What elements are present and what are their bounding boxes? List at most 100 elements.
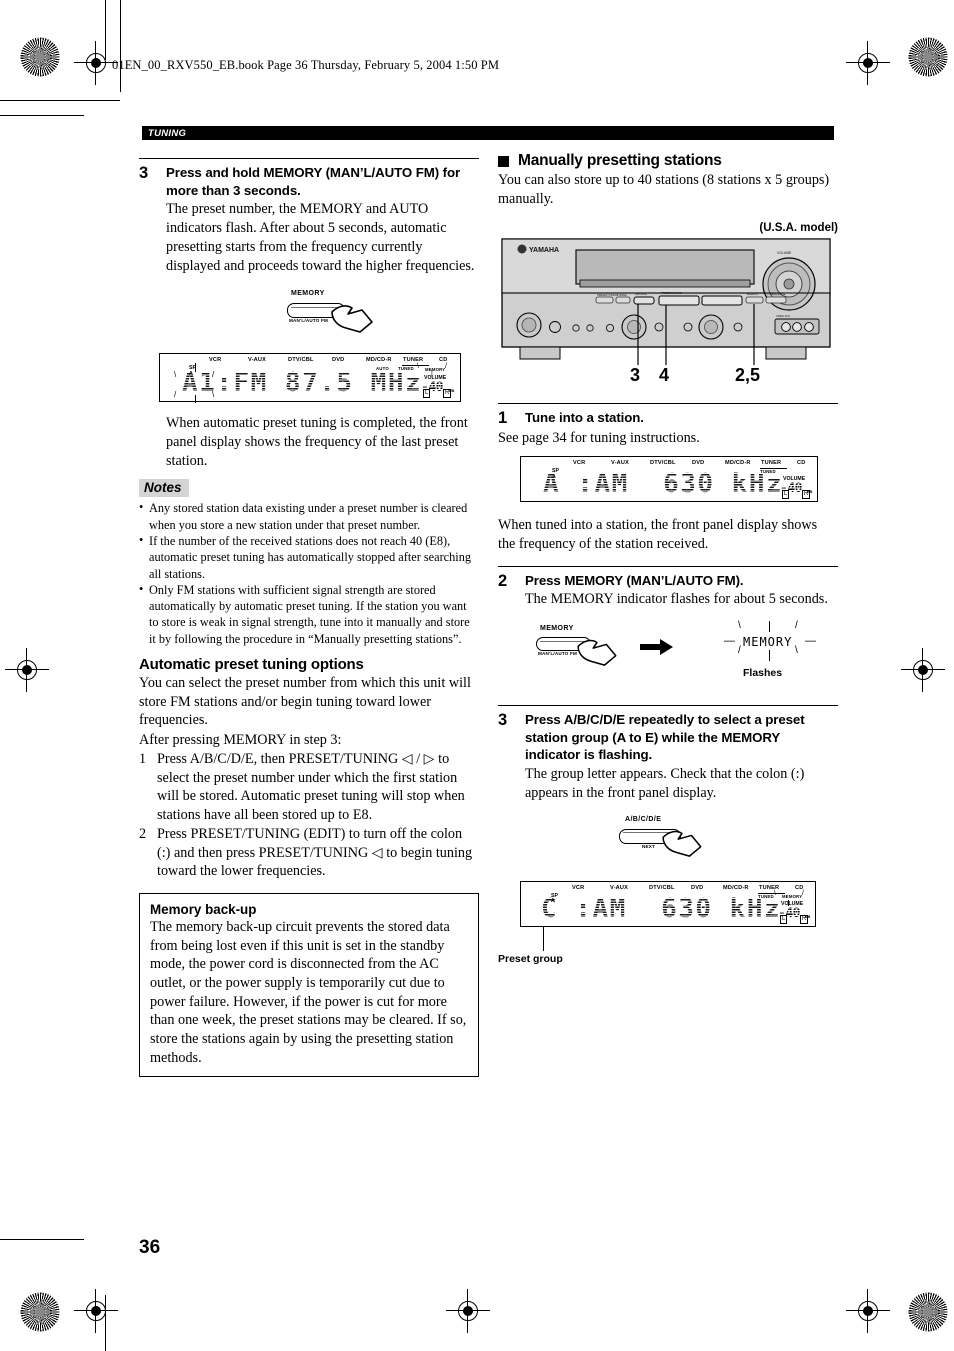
memory-flash-illustration: MEMORY MAN'L/AUTO FM MEMORY — — \ / / \ …: [498, 620, 838, 699]
usa-model-note: (U.S.A. model): [759, 222, 838, 235]
notes-label: Notes: [139, 479, 189, 498]
flash-mark-preset-left: \: [174, 370, 177, 380]
square-bullet-icon: [498, 155, 509, 167]
flash-mark-memory-right-2: /: [802, 889, 804, 897]
notes-list: Any stored station data existing under a…: [139, 499, 479, 647]
memory-backup-text: The memory back-up circuit prevents the …: [150, 919, 467, 1066]
step-1-right-number: 1: [498, 409, 508, 428]
display-channel-left: L: [423, 389, 431, 399]
display-source-dvd: DVD: [691, 884, 704, 891]
auto-preset-options-after: After pressing MEMORY in step 3:: [139, 732, 342, 749]
manual-preset-heading-text: Manually presetting stations: [518, 152, 722, 169]
flash-mark-memory-right: /: [445, 363, 447, 371]
front-panel-display-am-1: VCR V-AUX DTV/CBL DVD MD/CD-R TUNER CD T…: [520, 456, 818, 503]
pointing-hand-icon-abcde: [662, 830, 702, 857]
svg-text:VOLUME: VOLUME: [777, 251, 792, 255]
flash-dash-left: —: [724, 635, 735, 648]
flash-mark-preset-stem-top: [195, 363, 197, 373]
flash-stroke-top-stem: [769, 621, 771, 633]
step-3-right-title: Press A/B/C/D/E repeatedly to select a p…: [525, 712, 805, 763]
step-1-right: 1 Tune into a station.: [498, 409, 838, 428]
svg-text:YAMAHA: YAMAHA: [529, 247, 559, 254]
abcde-button-illustration: A/B/C/D/E NEXT: [498, 813, 838, 879]
display-source-vaux: V-AUX: [610, 884, 629, 891]
abcde-button-sublabel: NEXT: [642, 843, 656, 849]
option-item-2: 2 Press PRESET/TUNING (EDIT) to turn off…: [139, 825, 479, 881]
flash-stroke-top-left: \: [738, 620, 741, 632]
auto-preset-options-list: 1 Press A/B/C/D/E, then PRESET/TUNING ◁ …: [139, 750, 479, 881]
step-3-right: 3 Press A/B/C/D/E repeatedly to select a…: [498, 711, 838, 802]
page-sheet: 01EN_00_RXV550_EB.book Page 36 Thursday,…: [0, 0, 954, 1351]
display-channel-right: R: [800, 914, 809, 924]
memory-button-sublabel-right: MAN'L/AUTO FM: [538, 651, 578, 657]
display-source-tuner: TUNER: [761, 460, 782, 467]
preset-group-leader-line: [543, 926, 545, 951]
receiver-callout-4: 4: [659, 365, 670, 386]
receiver-svg: YAMAHA VOLUME PRESET/TUNING TUNING A/B/C…: [501, 238, 831, 366]
display-source-dvd: DVD: [692, 460, 705, 467]
flash-dash-right: —: [805, 635, 816, 648]
svg-text:TUNING: TUNING: [617, 293, 627, 297]
note-item: If the number of the received stations d…: [139, 532, 479, 582]
receiver-callout-3: 3: [630, 365, 641, 386]
front-panel-display-fm: VCR V-AUX DTV/CBL DVD MD/CD-R TUNER CD A…: [159, 353, 461, 404]
step-1-right-body: See page 34 for tuning instructions.: [498, 430, 700, 447]
display-source-dvd: DVD: [332, 357, 345, 364]
after-display-text-left: When automatic preset tuning is complete…: [166, 415, 468, 469]
section-tab-label: TUNING: [148, 127, 187, 139]
option-text-2: Press PRESET/TUNING (EDIT) to turn off t…: [157, 825, 473, 880]
memory-button-illustration-left: MEMORY MAN'L/AUTO FM: [139, 285, 479, 345]
memory-backup-title: Memory back-up: [150, 902, 257, 918]
display-source-vcr: VCR: [209, 357, 222, 364]
receiver-callout-2-5: 2,5: [735, 365, 761, 386]
memory-button-sublabel-left: MAN'L/AUTO FM: [289, 318, 329, 324]
svg-text:PRESET/TUNING: PRESET/TUNING: [661, 291, 682, 295]
display-source-dtvcbl: DTV/CBL: [650, 460, 676, 467]
manual-preset-heading: Manually presetting stations: [498, 152, 838, 170]
flashing-memory-text: MEMORY: [743, 635, 793, 650]
abcde-button-label: A/B/C/D/E: [625, 815, 662, 823]
flash-mark-preset-bottom-left: /: [174, 390, 177, 400]
manual-preset-intro: You can also store up to 40 stations (8 …: [498, 172, 830, 207]
svg-text:PRESET/TUNING: PRESET/TUNING: [597, 293, 618, 297]
display-main-text-fm: A1:FM 87.5 MHz: [182, 368, 423, 399]
after-display-text-right: When tuned into a station, the front pan…: [498, 517, 818, 552]
flashing-memory-indicator: MEMORY: [743, 635, 792, 649]
file-header-line: 01EN_00_RXV550_EB.book Page 36 Thursday,…: [112, 58, 500, 72]
display-source-vcr: VCR: [572, 884, 585, 891]
option-text-1: Press A/B/C/D/E, then PRESET/TUNING ◁ / …: [157, 750, 465, 824]
preset-group-caption: Preset group: [498, 952, 563, 965]
svg-text:MEMORY: MEMORY: [747, 292, 759, 296]
display-channel-right: R: [443, 389, 452, 399]
display-source-mdcdr: MD/CD-R: [725, 460, 751, 467]
right-arrow-icon: [640, 639, 673, 656]
step-2-right-body: The MEMORY indicator flashes for about 5…: [525, 591, 828, 608]
flash-mark-preset-stem-bottom: [195, 395, 197, 404]
step-3-left: 3 Press and hold MEMORY (MAN’L/AUTO FM) …: [139, 164, 479, 275]
display-source-dtvcbl: DTV/CBL: [649, 884, 675, 891]
display-source-vaux: V-AUX: [611, 460, 630, 467]
display-source-tuner: TUNER: [403, 357, 424, 364]
auto-preset-options-heading: Automatic preset tuning options: [139, 656, 364, 674]
memory-button-label-left: MEMORY: [291, 290, 325, 298]
left-column: 3 Press and hold MEMORY (MAN’L/AUTO FM) …: [139, 158, 479, 1078]
pointing-hand-icon-left: [331, 305, 373, 334]
step-divider-right-3: [498, 705, 838, 707]
step-divider-right-2: [498, 565, 838, 567]
svg-text:A/B/C/D/E: A/B/C/D/E: [635, 292, 647, 296]
flash-stroke-bottom-stem: [769, 650, 771, 662]
display-source-cd: CD: [797, 460, 806, 467]
flash-stroke-bottom-left: /: [738, 645, 741, 657]
note-item: Only FM stations with sufficient signal …: [139, 581, 479, 647]
svg-text:TUNING MODE: TUNING MODE: [767, 292, 786, 296]
memory-button-label-right: MEMORY: [540, 625, 574, 633]
front-panel-display-am-2: VCR V-AUX DTV/CBL DVD MD/CD-R TUNER CD T…: [520, 880, 816, 927]
flash-stroke-top-right: /: [795, 620, 798, 632]
display-main-text-am-2: C :AM 630 kHz: [541, 893, 782, 924]
step-3-left-title: Press and hold MEMORY (MAN’L/AUTO FM) fo…: [166, 165, 461, 198]
display-source-tuner: TUNER: [759, 884, 780, 891]
step-2-right: 2 Press MEMORY (MAN’L/AUTO FM). The MEMO…: [498, 572, 838, 609]
display-channel-left: L: [782, 490, 790, 500]
step-2-right-number: 2: [498, 571, 508, 590]
option-number-2: 2: [139, 825, 147, 842]
